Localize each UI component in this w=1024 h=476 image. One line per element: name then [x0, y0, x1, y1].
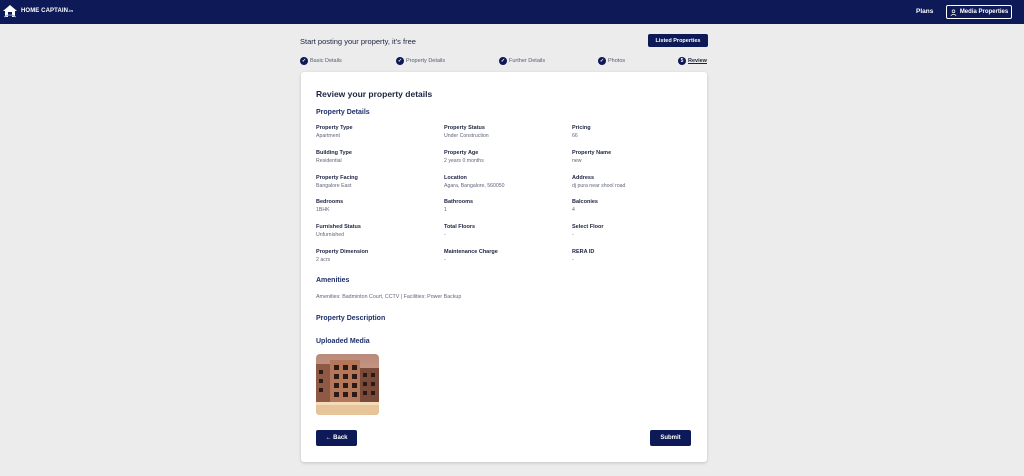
step-label: Basic Details	[310, 58, 342, 64]
field-bedrooms: Bedrooms 1BHK	[316, 199, 344, 214]
field-furnished-status: Furnished Status Unfurnished	[316, 224, 361, 239]
back-button[interactable]: ← Back	[316, 430, 357, 446]
field-rera-id: RERA ID -	[572, 249, 595, 264]
step-label: Further Details	[509, 58, 546, 64]
user-icon	[950, 8, 957, 16]
property-description-heading: Property Description	[316, 315, 386, 322]
field-property-facing: Property Facing Bangalore East	[316, 175, 358, 190]
field-location: Location Agara, Bangalore, 560050	[444, 175, 505, 190]
progress-stepper: ✓ Basic Details ✓ Property Details ✓ Fur…	[300, 57, 708, 67]
field-pricing: Pricing 66	[572, 125, 591, 140]
uploaded-media-heading: Uploaded Media	[316, 338, 370, 345]
amenities-heading: Amenities	[316, 277, 350, 284]
check-icon: ✓	[396, 57, 404, 65]
property-details-heading: Property Details	[316, 109, 370, 116]
field-select-floor: Select Floor -	[572, 224, 604, 239]
listed-properties-button[interactable]: Listed Properties	[648, 34, 708, 47]
check-icon: ✓	[300, 57, 308, 65]
home-captain-logo[interactable]: HOME CAPTAIN.in	[2, 3, 73, 19]
top-navbar: HOME CAPTAIN.in Plans Media Properties	[0, 0, 1024, 24]
field-property-name: Property Name new	[572, 150, 612, 165]
building-photo-image	[316, 354, 379, 415]
field-balconies: Balconies 4	[572, 199, 598, 214]
check-icon: ✓	[499, 57, 507, 65]
step-number-badge: 5	[678, 57, 686, 65]
nav-plans-link[interactable]: Plans	[916, 8, 933, 15]
uploaded-media-thumbnail[interactable]	[316, 354, 379, 415]
media-properties-label: Media Properties	[959, 9, 1009, 15]
page-headline: Start posting your property, it's free	[300, 37, 416, 46]
field-address: Address dj pura near shool road	[572, 175, 626, 190]
field-property-dimension: Property Dimension 2 acrs	[316, 249, 369, 264]
house-logo-icon	[3, 5, 17, 18]
field-maintenance-charge: Maintenance Charge -	[444, 249, 498, 264]
media-properties-button[interactable]: Media Properties	[946, 5, 1012, 19]
field-property-status: Property Status Under Construction	[444, 125, 489, 140]
step-photos[interactable]: ✓ Photos	[598, 57, 625, 65]
field-bathrooms: Bathrooms 1	[444, 199, 474, 214]
review-title: Review your property details	[316, 89, 433, 99]
step-label: Review	[688, 58, 707, 64]
step-property-details[interactable]: ✓ Property Details	[396, 57, 445, 65]
field-building-type: Building Type Residential	[316, 150, 352, 165]
submit-button[interactable]: Submit	[650, 430, 691, 446]
logo-wordmark: HOME CAPTAIN.in	[21, 8, 74, 14]
field-property-age: Property Age 2 years 0 months	[444, 150, 484, 165]
field-total-floors: Total Floors -	[444, 224, 476, 239]
check-icon: ✓	[598, 57, 606, 65]
review-card: Review your property details Property De…	[301, 72, 707, 462]
step-further-details[interactable]: ✓ Further Details	[499, 57, 545, 65]
step-label: Property Details	[406, 58, 446, 64]
step-label: Photos	[608, 58, 626, 64]
step-basic-details[interactable]: ✓ Basic Details	[300, 57, 342, 65]
step-review[interactable]: 5 Review	[678, 57, 707, 65]
field-property-type: Property Type Apartment	[316, 125, 353, 140]
amenities-text: Amenities: Badminton Court, CCTV | Facil…	[316, 294, 462, 300]
